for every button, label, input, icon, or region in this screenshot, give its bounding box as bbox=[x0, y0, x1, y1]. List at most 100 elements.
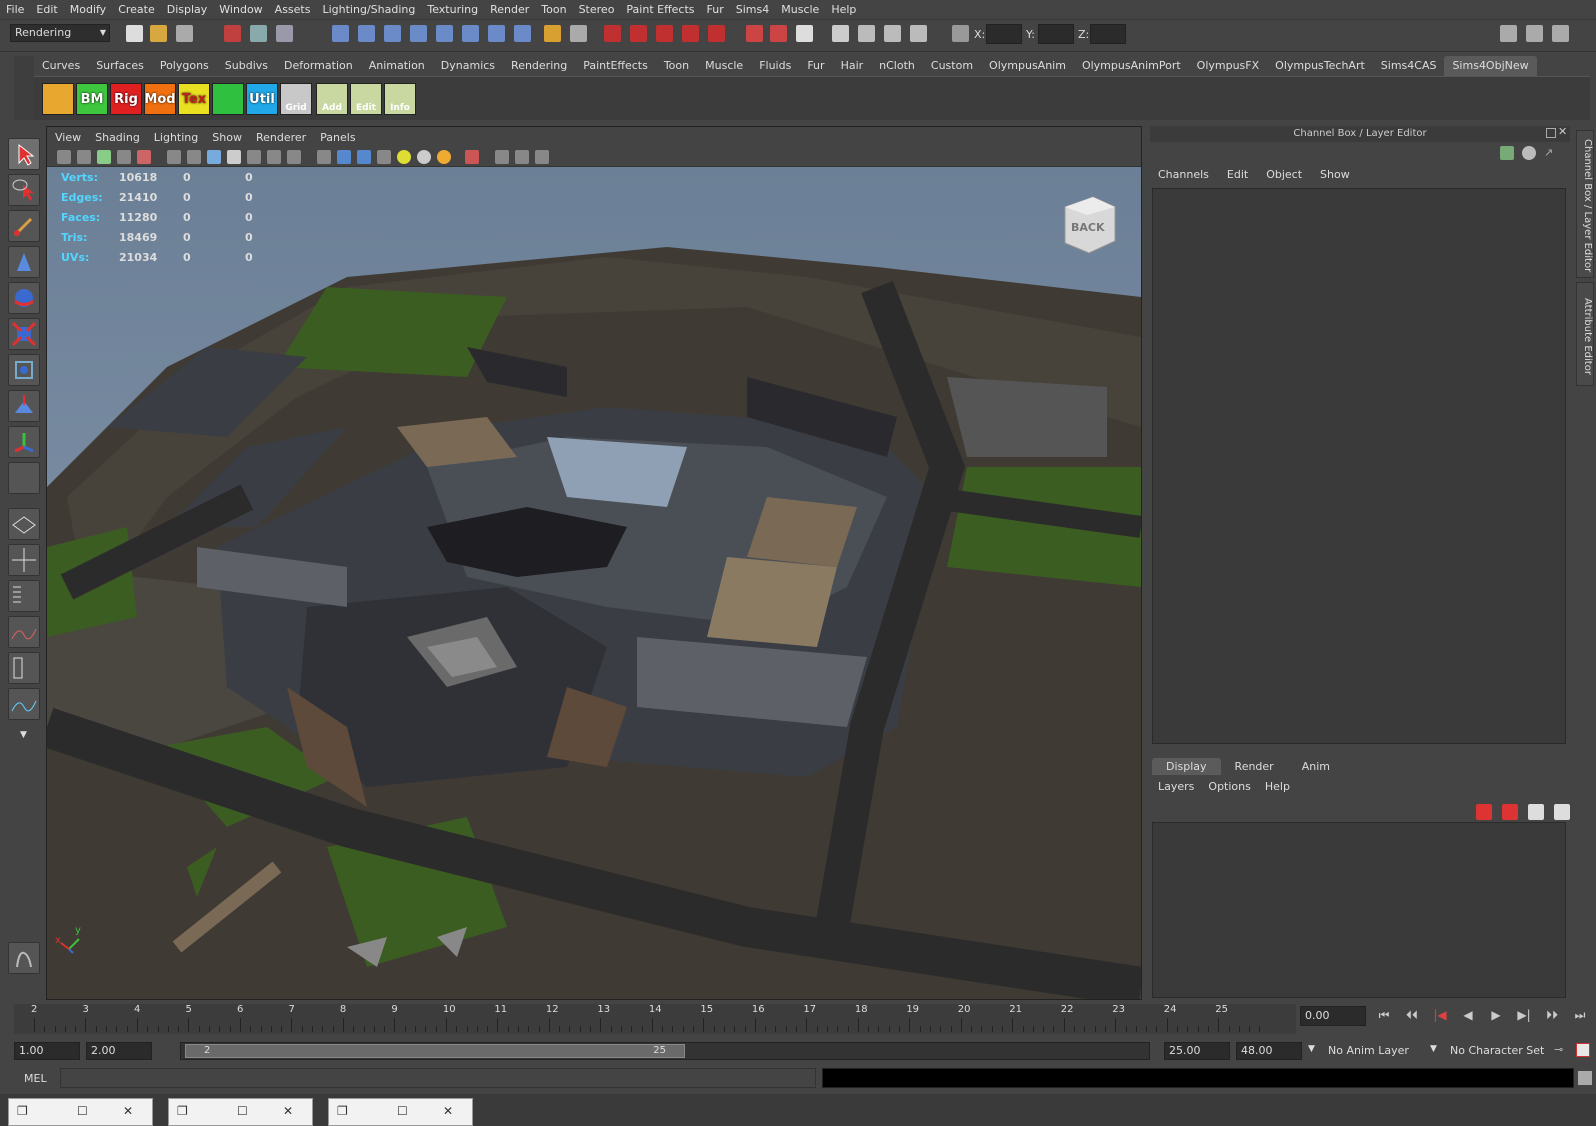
close-icon[interactable]: ✕ bbox=[443, 1104, 453, 1118]
construction-history-icon[interactable] bbox=[604, 25, 621, 42]
shelf-tab-custom[interactable]: Custom bbox=[923, 56, 981, 76]
safe-action-icon[interactable] bbox=[267, 150, 281, 164]
thumb-icon[interactable] bbox=[212, 83, 244, 115]
layer-list[interactable] bbox=[1152, 822, 1566, 998]
animation-end-field[interactable]: 48.00 bbox=[1236, 1042, 1302, 1060]
shelf-tab-fur[interactable]: Fur bbox=[799, 56, 832, 76]
shelf-tab-toon[interactable]: Toon bbox=[656, 56, 697, 76]
shelf-tab-polygons[interactable]: Polygons bbox=[152, 56, 217, 76]
minimized-window[interactable]: ❐ ☐ ✕ bbox=[168, 1098, 313, 1126]
grid-button[interactable]: Grid bbox=[280, 83, 312, 115]
menu-file[interactable]: File bbox=[6, 3, 24, 16]
shelf-tab-dynamics[interactable]: Dynamics bbox=[433, 56, 503, 76]
grid-toggle-icon[interactable] bbox=[167, 150, 181, 164]
viewport-menu-panels[interactable]: Panels bbox=[320, 131, 355, 144]
xray-joints-icon[interactable] bbox=[515, 150, 529, 164]
x-field[interactable] bbox=[986, 24, 1022, 44]
menu-paint-effects[interactable]: Paint Effects bbox=[626, 3, 694, 16]
scale-tool-icon[interactable] bbox=[8, 318, 40, 350]
menu-muscle[interactable]: Muscle bbox=[781, 3, 819, 16]
menu-assets[interactable]: Assets bbox=[275, 3, 311, 16]
resolution-gate-icon[interactable] bbox=[207, 150, 221, 164]
layer-menu-options[interactable]: Options bbox=[1208, 780, 1250, 793]
view-cube[interactable]: BACK bbox=[1059, 193, 1117, 255]
menu-set-selector[interactable]: Rendering ▼ bbox=[10, 24, 110, 42]
shadows-icon[interactable] bbox=[417, 150, 431, 164]
shelf-tab-animation[interactable]: Animation bbox=[361, 56, 433, 76]
float-icon[interactable] bbox=[1546, 128, 1556, 138]
layout-outliner-icon[interactable] bbox=[8, 580, 40, 612]
minimized-window[interactable]: ❐ ☐ ✕ bbox=[8, 1098, 153, 1126]
film-gate-icon[interactable] bbox=[187, 150, 201, 164]
layout-graph-editor-icon[interactable] bbox=[8, 688, 40, 720]
layer-options-icon[interactable] bbox=[1554, 804, 1570, 820]
channel-menu-show[interactable]: Show bbox=[1320, 168, 1350, 181]
shelf-tab-sims4objnew[interactable]: Sims4ObjNew bbox=[1444, 56, 1537, 76]
script-editor-icon[interactable] bbox=[1578, 1071, 1592, 1085]
open-scene-icon[interactable] bbox=[150, 25, 167, 42]
channel-box-icon[interactable] bbox=[1552, 25, 1569, 42]
camera-attributes-icon[interactable] bbox=[77, 150, 91, 164]
hypershade-icon[interactable] bbox=[708, 25, 725, 42]
menu-texturing[interactable]: Texturing bbox=[427, 3, 478, 16]
shelf-tab-sims4cas[interactable]: Sims4CAS bbox=[1373, 56, 1445, 76]
new-layer-icon[interactable] bbox=[1502, 804, 1518, 820]
viewport-menu-lighting[interactable]: Lighting bbox=[154, 131, 198, 144]
viewport-menu-shading[interactable]: Shading bbox=[95, 131, 140, 144]
shelf-tab-deformation[interactable]: Deformation bbox=[276, 56, 361, 76]
select-tool-icon[interactable] bbox=[8, 138, 40, 170]
menu-display[interactable]: Display bbox=[167, 3, 208, 16]
bm-button[interactable]: BM bbox=[76, 83, 108, 115]
layer-menu-help[interactable]: Help bbox=[1265, 780, 1290, 793]
minimized-window[interactable]: ❐ ☐ ✕ bbox=[328, 1098, 473, 1126]
grease-pencil-icon[interactable] bbox=[137, 150, 151, 164]
menu-toon[interactable]: Toon bbox=[541, 3, 566, 16]
render-layer-icon[interactable] bbox=[910, 25, 927, 42]
step-forward-key-icon[interactable]: ⏵⏵ bbox=[1542, 1008, 1562, 1028]
select-object-icon[interactable] bbox=[250, 25, 267, 42]
menu-sims4[interactable]: Sims4 bbox=[736, 3, 769, 16]
shelf-tab-curves[interactable]: Curves bbox=[34, 56, 88, 76]
hw-texturing-icon[interactable] bbox=[437, 150, 451, 164]
show-manipulator-icon[interactable] bbox=[8, 426, 40, 458]
channel-menu-object[interactable]: Object bbox=[1266, 168, 1302, 181]
input-output-icon[interactable] bbox=[770, 25, 787, 42]
tab-attribute-editor[interactable]: Attribute Editor bbox=[1576, 282, 1594, 386]
snap-surface-icon[interactable] bbox=[436, 25, 453, 42]
layer-tab-render[interactable]: Render bbox=[1220, 758, 1288, 775]
clipboard-icon[interactable] bbox=[796, 25, 813, 42]
shelf-tab-hair[interactable]: Hair bbox=[833, 56, 872, 76]
shelf-tab-subdivs[interactable]: Subdivs bbox=[217, 56, 276, 76]
maximize-icon[interactable]: ☐ bbox=[237, 1104, 248, 1118]
range-slider-handle[interactable]: 2 25 bbox=[185, 1044, 685, 1058]
play-forward-icon[interactable]: ▶ bbox=[1486, 1008, 1506, 1028]
channel-axis-icon[interactable] bbox=[1500, 146, 1514, 160]
render-region-icon[interactable] bbox=[858, 25, 875, 42]
image-plane-icon[interactable] bbox=[117, 150, 131, 164]
step-back-key-icon[interactable]: ⏴⏴ bbox=[1402, 1008, 1422, 1028]
maximize-icon[interactable]: ☐ bbox=[77, 1104, 88, 1118]
menu-modify[interactable]: Modify bbox=[70, 3, 106, 16]
wireframe-on-shaded-icon[interactable] bbox=[357, 150, 371, 164]
shelf-tab-olympusanimport[interactable]: OlympusAnimPort bbox=[1074, 56, 1189, 76]
shelf-tab-ncloth[interactable]: nCloth bbox=[871, 56, 923, 76]
shelf-tab-rendering[interactable]: Rendering bbox=[503, 56, 575, 76]
snap-curve-icon[interactable] bbox=[358, 25, 375, 42]
bookmarks-icon[interactable] bbox=[97, 150, 111, 164]
textured-icon[interactable] bbox=[377, 150, 391, 164]
perspective-viewport[interactable]: View Shading Lighting Show Renderer Panels bbox=[46, 126, 1142, 1000]
snap-plane-icon[interactable] bbox=[410, 25, 427, 42]
shelf-tab-fluids[interactable]: Fluids bbox=[751, 56, 799, 76]
anim-layer-label[interactable]: No Anim Layer bbox=[1328, 1044, 1409, 1057]
selection-mask-icon[interactable] bbox=[570, 25, 587, 42]
character-set-dropdown-icon[interactable]: ▼ bbox=[1430, 1044, 1437, 1054]
menu-window[interactable]: Window bbox=[219, 3, 262, 16]
play-backward-icon[interactable]: ◀ bbox=[1458, 1008, 1478, 1028]
layout-hypershade-icon[interactable] bbox=[8, 652, 40, 684]
tab-channel-box[interactable]: Channel Box / Layer Editor bbox=[1576, 130, 1594, 278]
go-to-end-icon[interactable]: ⏭ bbox=[1570, 1008, 1590, 1028]
channel-sphere-icon[interactable] bbox=[1522, 146, 1536, 160]
layout-single-pane-icon[interactable] bbox=[8, 508, 40, 540]
wireframe-icon[interactable] bbox=[317, 150, 331, 164]
menu-create[interactable]: Create bbox=[118, 3, 155, 16]
